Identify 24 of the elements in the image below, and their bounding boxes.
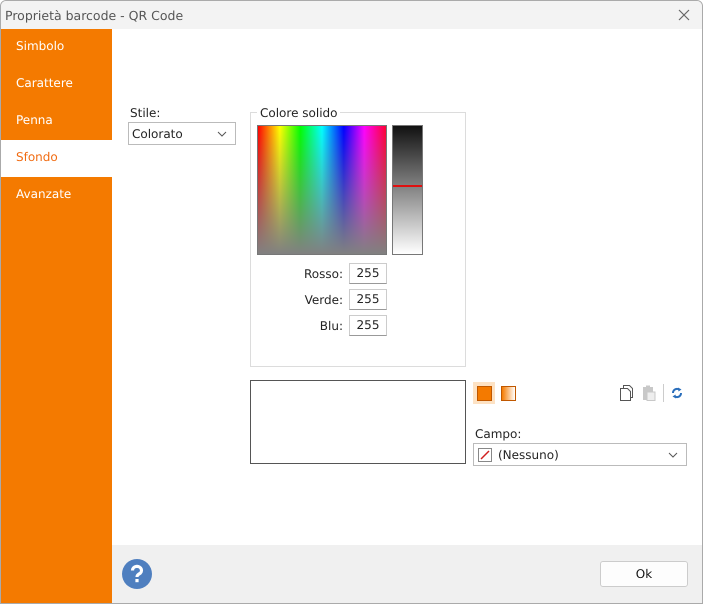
- channel-label: Blu:: [320, 318, 343, 332]
- chevron-icon: [668, 452, 678, 458]
- help-icon[interactable]: [122, 559, 152, 589]
- field-label: Campo:: [474, 426, 522, 443]
- channel-input[interactable]: 255: [349, 263, 387, 284]
- channel-label: Rosso:: [304, 266, 343, 280]
- group-title: Colore solido: [257, 106, 340, 120]
- refresh-icon[interactable]: [671, 386, 683, 400]
- no-field-icon: [478, 448, 492, 462]
- copy-icon[interactable]: [620, 385, 634, 401]
- ok-button[interactable]: Ok: [600, 561, 688, 587]
- window-title: Proprietà barcode - QR Code: [5, 8, 184, 22]
- channel-input[interactable]: 255: [349, 289, 387, 310]
- channel-input[interactable]: 255: [349, 315, 387, 336]
- close-icon[interactable]: [678, 9, 690, 21]
- style-dropdown[interactable]: Colorato: [128, 122, 236, 145]
- slider-thumb[interactable]: [393, 185, 422, 188]
- color-spectrum[interactable]: [257, 125, 387, 255]
- chevron-icon: [217, 130, 227, 136]
- solid-fill-button[interactable]: [473, 382, 495, 404]
- brightness-slider[interactable]: [392, 125, 423, 255]
- channel-label: Verde:: [304, 292, 343, 306]
- field-dropdown[interactable]: (Nessuno): [473, 443, 687, 466]
- style-label: Stile:: [129, 105, 162, 122]
